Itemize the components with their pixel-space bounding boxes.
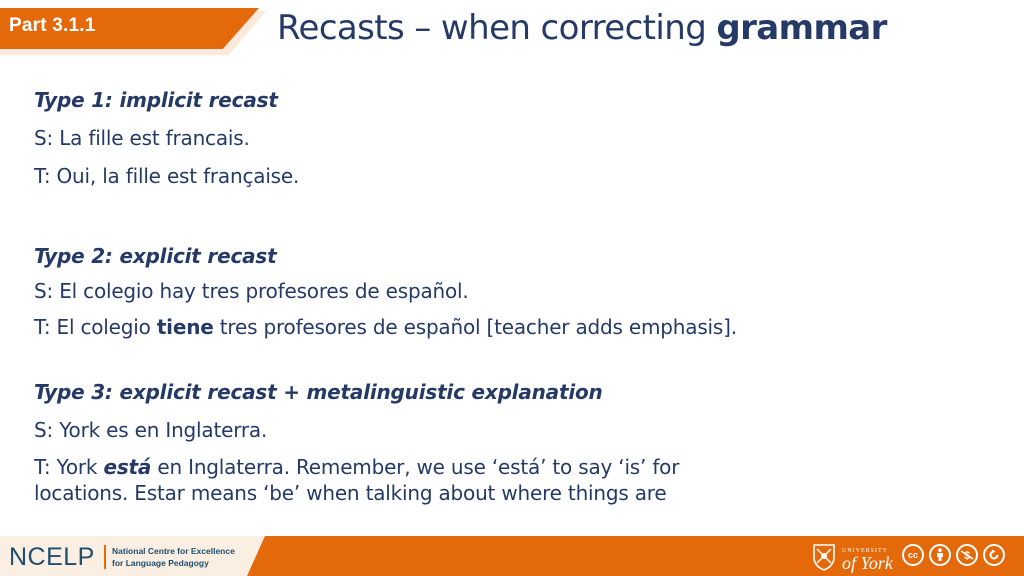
york-label: of York: [842, 553, 893, 573]
nc-noncommercial-icon: $: [956, 544, 978, 566]
recast-type-1: Type 1: implicit recast S: La fille est …: [34, 88, 299, 188]
teacher-text: T: Oui, la fille est française.: [34, 164, 300, 188]
recast-type-3: Type 3: explicit recast + metalinguistic…: [34, 380, 679, 505]
ncelp-logo: NCELP: [9, 543, 95, 571]
section-heading: Type 2: explicit recast: [34, 244, 277, 268]
page-title-text: Recasts – when correcting: [277, 8, 717, 48]
teacher-line: T: Oui, la fille est française.: [34, 164, 299, 188]
teacher-text-before: T: York: [34, 455, 104, 479]
teacher-line: T: York está en Inglaterra. Remember, we…: [34, 455, 679, 479]
teacher-line: T: El colegio tiene tres profesores de e…: [34, 315, 737, 339]
teacher-emphasis: está: [103, 455, 152, 479]
logo-divider: [104, 545, 106, 569]
by-attribution-icon: [929, 544, 951, 566]
creative-commons-license: cc $: [902, 544, 1005, 566]
york-crest-icon: [813, 544, 835, 571]
teacher-text-after: en Inglaterra. Remember, we use ‘está’ t…: [151, 455, 680, 479]
cc-label: cc: [907, 550, 918, 560]
teacher-text-before: T: El colegio: [34, 315, 157, 339]
student-line: S: La fille est francais.: [34, 126, 250, 150]
org-name-line-1: National Centre for Excellence: [112, 546, 235, 556]
student-line: S: El colegio hay tres profesores de esp…: [34, 279, 469, 303]
university-of-york-logo: UNIVERSITY of York: [812, 540, 893, 574]
teacher-text-after: tres profesores de español [teacher adds…: [213, 315, 737, 339]
section-heading: Type 1: implicit recast: [34, 88, 278, 112]
org-name-line-2: for Language Pedagogy: [112, 558, 209, 568]
sa-sharealike-icon: [983, 544, 1005, 566]
teacher-line-continuation: locations. Estar means ‘be’ when talking…: [34, 481, 667, 505]
page-title: Recasts – when correcting grammar: [277, 8, 887, 48]
ncelp-org-name: National Centre for Excellence for Langu…: [112, 545, 235, 569]
cc-icon: cc: [902, 544, 924, 566]
student-line: S: York es en Inglaterra.: [34, 418, 268, 442]
section-heading: Type 3: explicit recast + metalinguistic…: [34, 380, 603, 404]
teacher-emphasis: tiene: [156, 315, 214, 339]
section-label: Part 3.1.1: [9, 15, 96, 36]
recast-type-2: Type 2: explicit recast S: El colegio ha…: [34, 244, 737, 339]
page-title-emphasis: grammar: [716, 8, 887, 48]
